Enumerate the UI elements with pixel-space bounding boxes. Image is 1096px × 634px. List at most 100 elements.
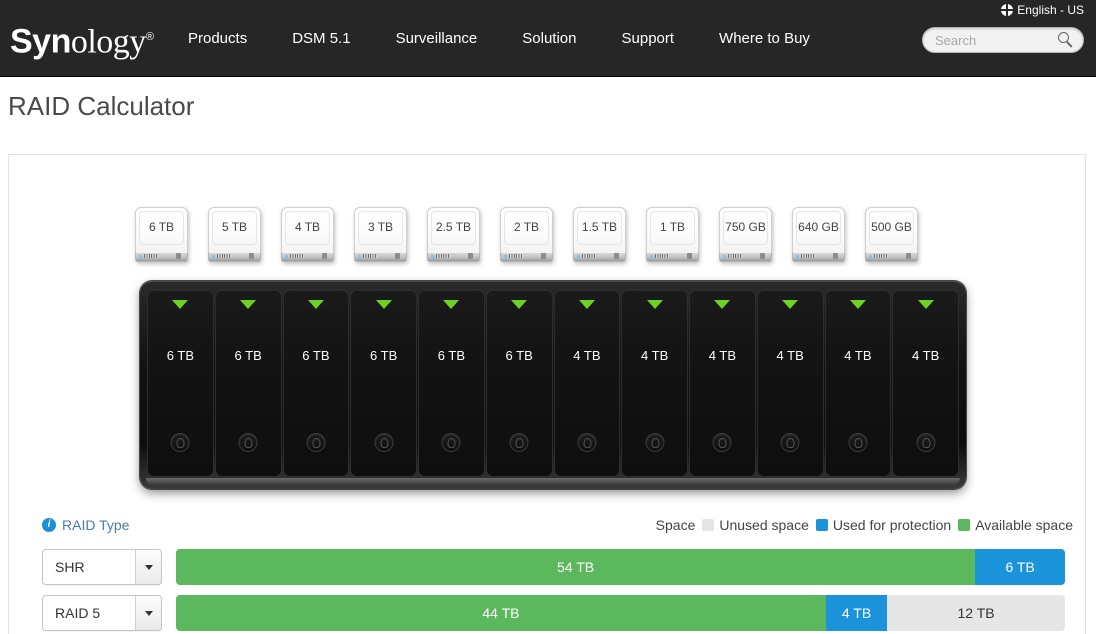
search-input[interactable] [923,30,1055,50]
drive-option[interactable]: 500 GB [865,207,918,262]
drive-connector-strip [354,253,407,262]
drive-bay[interactable]: 4 TB [621,289,688,477]
drive-tab [395,253,400,259]
drive-led-dot [723,254,726,259]
drive-bay[interactable]: 4 TB [756,289,824,477]
drive-option[interactable]: 4 TB [281,207,334,262]
drive-option[interactable]: 6 TB [135,207,188,262]
drive-led-dot [431,254,434,259]
bar-segment-unused: 12 TB [887,595,1065,631]
drive-bay[interactable]: 4 TB [824,289,892,477]
drive-tab [322,253,327,259]
drive-led-dot [504,254,507,259]
globe-icon [1001,4,1014,16]
bay-lock-icon [848,433,868,452]
drive-tab [468,253,473,259]
nav-item-surveillance[interactable]: Surveillance [396,30,478,47]
registered-mark: ® [145,31,154,43]
bay-capacity-label: 4 TB [641,348,669,363]
drive-led-dot [285,254,288,259]
drive-tab [906,253,911,259]
nav-item-support[interactable]: Support [622,30,675,47]
drive-connector-strip [427,253,480,262]
search-icon[interactable] [1055,29,1077,51]
raid-type-select-shr[interactable]: SHR [42,549,162,585]
nav-item-where-to-buy[interactable]: Where to Buy [719,30,810,47]
nav-item-dsm[interactable]: DSM 5.1 [292,30,350,47]
drive-option[interactable]: 3 TB [354,207,407,262]
drive-option-label: 6 TB [148,220,175,234]
status-led-icon [375,300,392,309]
drive-connector-strip [646,253,699,262]
drive-led-dot [139,254,142,259]
drive-option[interactable]: 750 GB [719,207,772,262]
drive-bay[interactable]: 6 TB [418,289,485,477]
raid-type-label[interactable]: i RAID Type [42,517,129,533]
drive-option-label: 3 TB [367,220,394,234]
space-legend: Space Unused space Used for protection A… [656,517,1073,533]
drive-option[interactable]: 2.5 TB [427,207,480,262]
drive-option[interactable]: 2 TB [500,207,553,262]
drive-option[interactable]: 1.5 TB [573,207,626,262]
chevron-down-icon[interactable] [135,596,161,630]
drive-bay[interactable]: 4 TB [892,289,959,477]
site-header: English - US Synology® Products DSM 5.1 … [0,0,1096,77]
drive-pins-icon [874,254,888,258]
drive-option-label: 1.5 TB [581,220,618,234]
drive-pins-icon [728,254,742,258]
nav-item-solution[interactable]: Solution [522,30,576,47]
raid-type-select-raid5[interactable]: RAID 5 [42,595,162,631]
language-selector[interactable]: English - US [1001,3,1084,17]
bay-lock-icon [916,433,936,452]
bay-lock-icon [374,433,394,452]
drive-option-label: 5 TB [221,220,248,234]
drive-led-dot [796,254,799,259]
bay-capacity-label: 6 TB [437,348,465,363]
raid-row: RAID 5 44 TB 4 TB 12 TB [9,593,1087,633]
info-icon[interactable]: i [42,518,56,532]
drive-tab [833,253,838,259]
drive-pins-icon [655,254,669,258]
capacity-bar: 44 TB 4 TB 12 TB [176,595,1065,631]
bay-capacity-label: 6 TB [166,348,194,363]
drive-led-dot [212,254,215,259]
capacity-bar: 54 TB 6 TB [176,549,1065,585]
drive-bay[interactable]: 6 TB [485,289,553,477]
bay-capacity-label: 4 TB [912,348,940,363]
drive-pins-icon [509,254,523,258]
drive-pins-icon [582,254,596,258]
drive-bay[interactable]: 4 TB [689,289,756,477]
nav-item-products[interactable]: Products [188,30,247,47]
drive-option[interactable]: 5 TB [208,207,261,262]
drive-pins-icon [144,254,158,258]
drive-bay[interactable]: 4 TB [553,289,621,477]
drive-option-label: 2.5 TB [435,220,472,234]
logo-thin-part: ology [70,23,146,61]
drive-led-dot [577,254,580,259]
drive-bay[interactable]: 6 TB [214,289,282,477]
drive-option-label: 500 GB [871,220,912,234]
legend-label-unused: Unused space [719,517,809,533]
drive-pins-icon [363,254,377,258]
legend-title: Space [655,517,696,533]
drive-connector-strip [281,253,334,262]
drive-connector-strip [865,253,918,262]
raid-type-selected-value: SHR [55,559,85,575]
drive-connector-strip [573,253,626,262]
drive-connector-strip [719,253,772,262]
drive-bay[interactable]: 6 TB [282,289,350,477]
drive-bay[interactable]: 6 TB [147,289,214,477]
drive-tab [687,253,692,259]
drive-option-label: 2 TB [513,220,540,234]
status-led-icon [172,300,189,309]
chevron-down-icon[interactable] [135,550,161,584]
drive-bay[interactable]: 6 TB [350,289,417,477]
bay-lock-icon [170,433,190,452]
language-label: English - US [1017,3,1084,17]
drive-option[interactable]: 1 TB [646,207,699,262]
drive-option[interactable]: 640 GB [792,207,845,262]
synology-logo[interactable]: Synology® [10,18,154,61]
search-box[interactable] [922,27,1084,53]
legend-label-available: Available space [975,517,1073,533]
bar-segment-available: 54 TB [176,549,976,585]
